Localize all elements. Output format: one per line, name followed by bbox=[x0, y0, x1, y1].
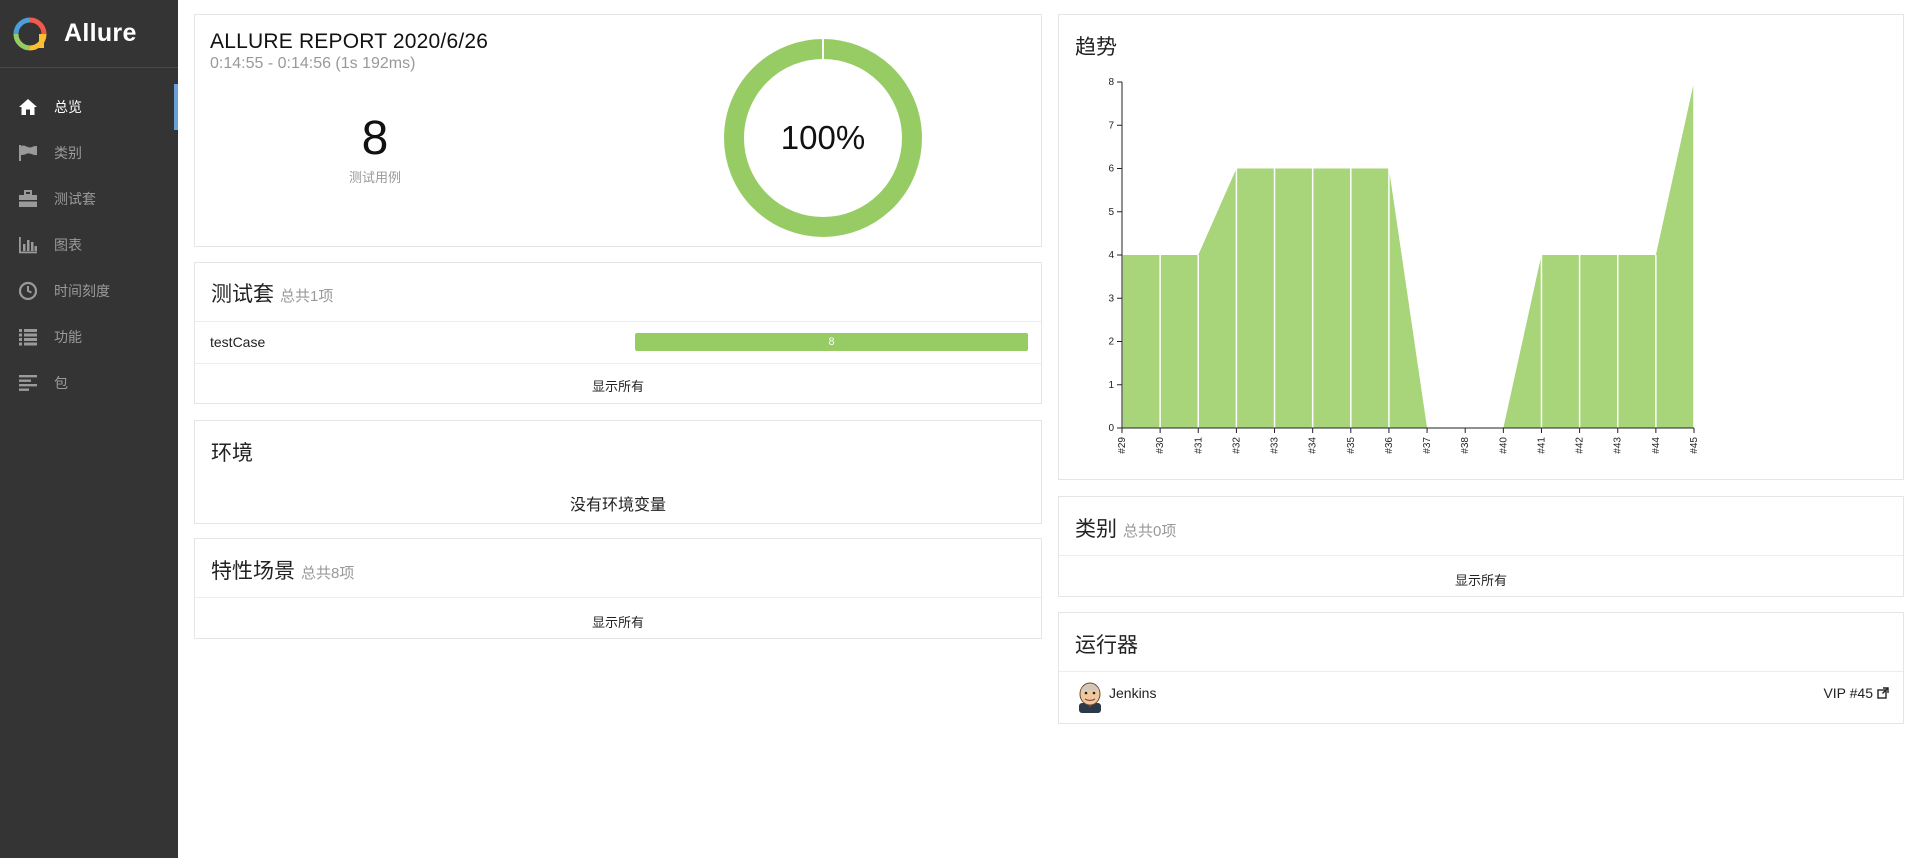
y-tick-label: 0 bbox=[1108, 423, 1114, 434]
testcase-count: 8 bbox=[361, 112, 389, 165]
trend-area bbox=[1122, 82, 1694, 428]
sidebar-item-overview[interactable]: 总览 bbox=[0, 84, 178, 130]
executor-build-label: VIP #45 bbox=[1823, 685, 1873, 701]
y-tick-label: 6 bbox=[1108, 164, 1114, 175]
y-tick-label: 5 bbox=[1108, 207, 1114, 218]
categories-show-all-link[interactable]: 显示所有 bbox=[1059, 570, 1903, 589]
suite-name: testCase bbox=[210, 334, 266, 350]
environment-widget: 环境 没有环境变量 bbox=[194, 420, 1042, 524]
sidebar-item-behaviors[interactable]: 功能 bbox=[0, 314, 178, 360]
suite-row[interactable]: testCase 8 bbox=[195, 321, 1041, 363]
divider bbox=[195, 597, 1041, 598]
brand-name: Allure bbox=[64, 19, 137, 47]
x-tick-label: #37 bbox=[1422, 437, 1433, 454]
categories-widget: 类别 总共0项 显示所有 bbox=[1058, 496, 1904, 597]
features-widget: 特性场景 总共8项 显示所有 bbox=[194, 538, 1042, 639]
suites-show-all-link[interactable]: 显示所有 bbox=[195, 376, 1041, 395]
features-count: 总共8项 bbox=[301, 565, 355, 582]
executors-title: 运行器 bbox=[1075, 634, 1138, 657]
sidebar-item-label: 类别 bbox=[54, 145, 82, 161]
y-tick-label: 3 bbox=[1108, 293, 1114, 304]
y-tick-label: 7 bbox=[1108, 120, 1114, 131]
x-tick-label: #43 bbox=[1613, 437, 1624, 454]
x-tick-label: #38 bbox=[1460, 437, 1471, 454]
suites-title: 测试套 总共1项 bbox=[211, 278, 333, 308]
report-time: 0:14:55 - 0:14:56 (1s 192ms) bbox=[210, 55, 416, 72]
trend-title: 趋势 bbox=[1075, 36, 1117, 59]
divider bbox=[1059, 555, 1903, 556]
pass-rate-percent: 100% bbox=[780, 119, 866, 156]
sidebar-item-timeline[interactable]: 时间刻度 bbox=[0, 268, 178, 314]
report-title: ALLURE REPORT 2020/6/26 bbox=[210, 30, 489, 53]
external-link-icon bbox=[1877, 687, 1889, 699]
trend-chart: 0 1 2 3 4 5 6 7 8 #29 #30 #31 #32 #33 #34 #35 #36 #37 #38 #… bbox=[1108, 77, 1700, 454]
sidebar-item-label: 功能 bbox=[54, 329, 82, 345]
list-icon bbox=[16, 325, 40, 349]
sidebar-item-suites[interactable]: 测试套 bbox=[0, 176, 178, 222]
bar-chart-icon bbox=[16, 233, 40, 257]
divider bbox=[195, 363, 1041, 364]
sidebar-item-graphs[interactable]: 图表 bbox=[0, 222, 178, 268]
briefcase-icon bbox=[16, 187, 40, 211]
x-tick-label: #34 bbox=[1308, 437, 1319, 454]
suites-widget: 测试套 总共1项 testCase 8 显示所有 bbox=[194, 262, 1042, 404]
x-tick-label: #29 bbox=[1117, 437, 1128, 454]
jenkins-avatar-icon bbox=[1079, 682, 1101, 713]
sidebar-item-label: 时间刻度 bbox=[54, 283, 110, 299]
x-tick-label: #45 bbox=[1689, 437, 1700, 454]
executor-build-link[interactable]: VIP #45 bbox=[1823, 685, 1889, 701]
clock-icon bbox=[16, 279, 40, 303]
features-title: 特性场景 总共8项 bbox=[211, 555, 354, 585]
x-tick-label: #31 bbox=[1193, 437, 1204, 454]
x-tick-label: #40 bbox=[1498, 437, 1509, 454]
environment-title: 环境 bbox=[211, 442, 253, 465]
x-tick-label: #42 bbox=[1575, 437, 1586, 454]
categories-count: 总共0项 bbox=[1123, 523, 1177, 540]
sidebar-item-label: 总览 bbox=[54, 99, 82, 115]
y-tick-label: 8 bbox=[1108, 77, 1114, 88]
x-tick-label: #36 bbox=[1384, 437, 1395, 454]
suites-title-text: 测试套 bbox=[211, 283, 274, 306]
features-title-text: 特性场景 bbox=[211, 560, 295, 583]
y-tick-label: 2 bbox=[1108, 337, 1114, 348]
sidebar-item-label: 包 bbox=[54, 375, 68, 391]
features-show-all-link[interactable]: 显示所有 bbox=[195, 612, 1041, 631]
categories-title-text: 类别 bbox=[1075, 518, 1117, 541]
x-tick-label: #33 bbox=[1270, 437, 1281, 454]
allure-logo-icon bbox=[13, 17, 47, 50]
environment-empty-message: 没有环境变量 bbox=[569, 497, 666, 514]
home-icon bbox=[16, 95, 40, 119]
sidebar-nav: 总览 类别 测试套 图表 时间刻度 功能 包 bbox=[0, 84, 178, 406]
sidebar: Allure 总览 类别 测试套 图表 时间刻度 功能 包 bbox=[0, 0, 178, 858]
y-tick-label: 4 bbox=[1108, 250, 1114, 261]
y-tick-label: 1 bbox=[1108, 380, 1114, 391]
x-tick-label: #41 bbox=[1536, 437, 1547, 454]
sidebar-item-categories[interactable]: 类别 bbox=[0, 130, 178, 176]
sidebar-item-packages[interactable]: 包 bbox=[0, 360, 178, 406]
sidebar-item-label: 图表 bbox=[54, 237, 82, 253]
suites-count: 总共1项 bbox=[280, 288, 334, 305]
executor-row: Jenkins VIP #45 bbox=[1059, 671, 1903, 723]
x-tick-label: #44 bbox=[1651, 437, 1662, 454]
categories-title: 类别 总共0项 bbox=[1075, 513, 1176, 543]
x-tick-label: #35 bbox=[1346, 437, 1357, 454]
flag-icon bbox=[16, 141, 40, 165]
testcase-count-label: 测试用例 bbox=[348, 170, 401, 185]
sidebar-item-label: 测试套 bbox=[54, 191, 96, 207]
align-left-icon bbox=[16, 371, 40, 395]
brand[interactable]: Allure bbox=[0, 0, 178, 68]
executor-name: Jenkins bbox=[1109, 685, 1157, 701]
x-tick-label: #30 bbox=[1155, 437, 1166, 454]
suite-status-bar[interactable]: 8 bbox=[635, 333, 1028, 351]
x-tick-label: #32 bbox=[1231, 437, 1242, 454]
summary-widget: ALLURE REPORT 2020/6/26 0:14:55 - 0:14:5… bbox=[194, 14, 1042, 247]
executors-widget: 运行器 Jenkins VIP #45 bbox=[1058, 612, 1904, 724]
